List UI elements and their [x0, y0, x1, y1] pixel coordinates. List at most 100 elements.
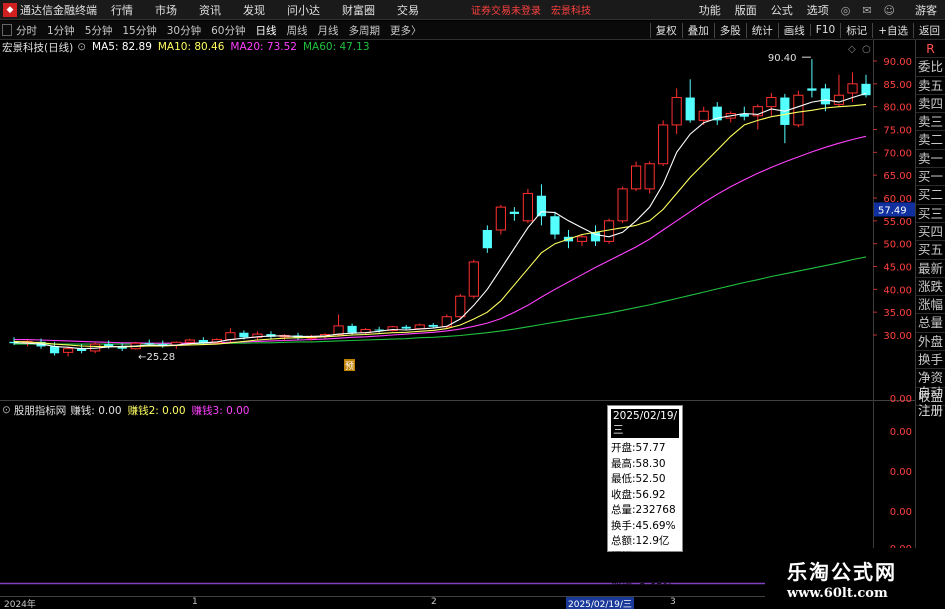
tooltip-low: 最低:52.50: [611, 473, 666, 485]
candle-body: [401, 326, 411, 329]
panel-r-label[interactable]: R: [916, 40, 945, 59]
candle-body: [658, 124, 669, 165]
panel-sell4: 卖四: [916, 95, 945, 114]
indicator-name[interactable]: 股朋指标网: [14, 403, 67, 418]
kline-chart[interactable]: 90.0085.0080.0075.0070.0065.0060.0055.00…: [0, 0, 945, 609]
candle: [766, 92, 777, 116]
price-tick-label: 45.00: [883, 263, 912, 274]
indicator-line1: 赚钱: 0.00: [70, 404, 122, 417]
panel-turnover: 换手: [916, 351, 945, 370]
panel-buy5: 买五: [916, 241, 945, 260]
candle-body: [441, 316, 452, 328]
ma10-polyline: [13, 103, 867, 348]
panel-commission-ratio: 委比: [916, 58, 945, 77]
candle-body: [644, 163, 655, 190]
tooltip-open: 开盘:57.77: [611, 442, 666, 454]
ma5-polyline: [13, 92, 867, 350]
indicator-tick-label: 0.00: [890, 467, 912, 478]
candle: [387, 325, 398, 332]
watermark-title: 乐淘公式网: [787, 560, 897, 584]
candle-tooltip: 2025/02/19/三 开盘:57.77 最高:58.30 最低:52.50 …: [607, 405, 683, 594]
candle-body: [482, 229, 492, 249]
price-tick-label: 75.00: [883, 126, 912, 137]
candle-body: [833, 94, 845, 105]
candle: [807, 59, 817, 98]
diamond-icon: ◇: [848, 44, 856, 55]
candle-body: [239, 332, 249, 338]
tooltip-close: 收盘:56.92: [611, 488, 666, 501]
panel-sell3: 卖三: [916, 113, 945, 132]
candle-body: [62, 348, 74, 353]
candle: [725, 111, 736, 123]
tooltip-amount: 总额:12.9亿: [611, 535, 670, 547]
chart-stock-label: 宏景科技(日线): [2, 41, 74, 54]
ma10-line: [13, 103, 867, 348]
quote-side-panel: R 委比 卖五 卖四 卖三 卖二 卖一 买一 买二 买三 买四 买五 最新 涨跌…: [916, 40, 945, 420]
candle: [793, 90, 804, 128]
register-button[interactable]: 注册: [916, 402, 945, 420]
candle-body: [536, 195, 547, 217]
time-label-feb: 2: [431, 597, 437, 607]
indicator-tick-label: 0.00: [890, 394, 912, 405]
indicator-tick-label: 0.00: [890, 507, 912, 518]
indicator-line3: 赚钱3: 0.00: [191, 404, 250, 417]
low-price-label: ←25.28: [138, 352, 175, 363]
panel-buy2: 买二: [916, 186, 945, 205]
panel-total-volume: 总量: [916, 314, 945, 333]
price-tick-label: 35.00: [883, 308, 912, 319]
price-tick-label: 90.00: [883, 57, 912, 68]
candle-body: [495, 206, 506, 231]
candle: [495, 204, 506, 235]
time-label-cursor: 2025/02/19/三: [566, 597, 634, 609]
pre-marker-label: 预: [345, 361, 354, 372]
candle: [590, 225, 601, 246]
tooltip-change-pct: 涨幅:-2.65%: [611, 581, 673, 594]
price-tick-label: 50.00: [883, 240, 912, 251]
auto-button[interactable]: 自动: [916, 384, 945, 402]
watermark-url: www.60lt.com: [787, 586, 888, 601]
candle: [279, 334, 290, 341]
panel-change-pct: 涨幅: [916, 296, 945, 315]
panel-sell5: 卖五: [916, 77, 945, 95]
ma20-value: MA20: 73.52: [230, 41, 297, 53]
candle-body: [522, 192, 534, 222]
candle-body: [509, 211, 519, 214]
ma10-value: MA10: 80.46: [157, 41, 225, 53]
candle-body: [820, 88, 831, 105]
ma20-line: [14, 135, 867, 344]
candle-body: [671, 97, 682, 126]
time-label-mar: 3: [670, 597, 676, 607]
ma60-value: MA60: 47.13: [302, 41, 370, 53]
candle: [266, 331, 276, 339]
indicator-tick-label: 0.00: [890, 427, 912, 438]
candle: [482, 225, 492, 253]
price-tick-label: 40.00: [883, 285, 912, 296]
candle: [820, 83, 831, 112]
tooltip-turnover: 换手:45.69%: [611, 519, 676, 532]
circle-icon: ○: [862, 44, 871, 55]
candles: [9, 59, 871, 357]
panel-buy3: 买三: [916, 205, 945, 223]
indicator-settings-icon[interactable]: ⊙: [2, 404, 11, 416]
time-label-2024: 2024年: [4, 600, 36, 609]
time-label-jan: 1: [192, 597, 198, 607]
candle-body: [590, 232, 601, 242]
dropdown-icon[interactable]: ⊙: [77, 41, 86, 53]
price-tick-label: 30.00: [883, 331, 912, 342]
panel-change: 涨跌: [916, 278, 945, 297]
candle: [644, 161, 655, 194]
candle: [685, 79, 695, 123]
panel-sell2: 卖二: [916, 131, 945, 150]
candle: [630, 161, 642, 192]
ma5-value: MA5: 82.89: [92, 41, 152, 53]
candle: [536, 184, 547, 226]
candle-body: [550, 216, 560, 235]
chart-info-line: 宏景科技(日线) ⊙ MA5: 82.89 MA10: 80.46 MA20: …: [0, 40, 376, 54]
tooltip-high: 最高:58.30: [611, 457, 666, 470]
tooltip-volume: 总量:232768: [611, 504, 676, 516]
candle: [658, 120, 669, 167]
candle: [752, 104, 763, 130]
candle-body: [847, 83, 858, 94]
panel-sell1: 卖一: [916, 150, 945, 169]
price-axis: 90.0085.0080.0075.0070.0065.0060.0055.00…: [873, 57, 915, 555]
